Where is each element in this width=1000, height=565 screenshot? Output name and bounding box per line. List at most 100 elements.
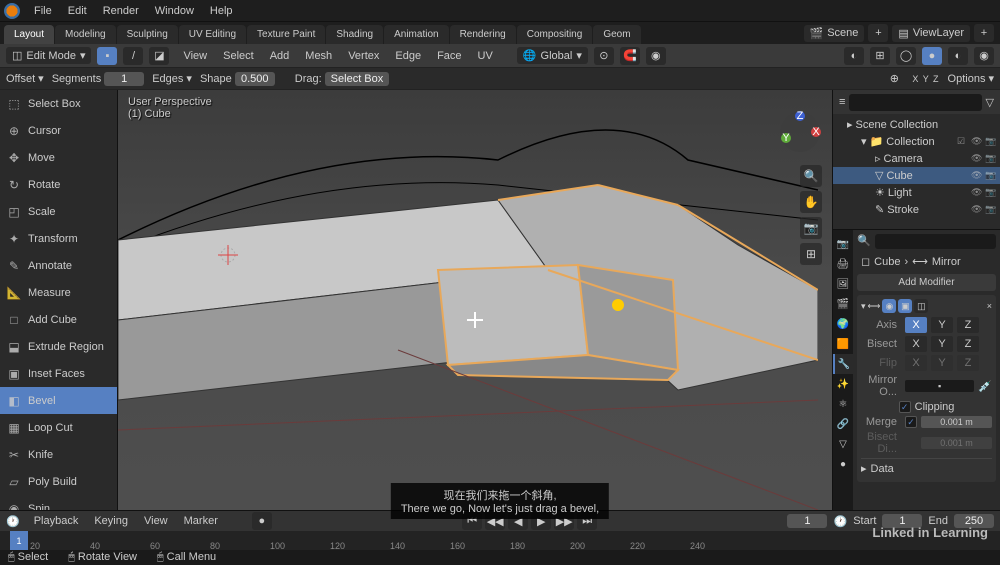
mod-realtime-toggle[interactable]: ◉	[882, 299, 896, 313]
tree-item-camera[interactable]: ▹Camera👁📷	[833, 150, 1000, 167]
axis-lock-xyz[interactable]: X Y Z	[912, 74, 939, 84]
edge-select-mode[interactable]: /	[123, 47, 143, 65]
prop-tab-output[interactable]: 🖨	[833, 254, 853, 274]
viewport-menu-edge[interactable]: Edge	[387, 47, 429, 65]
prop-tab-scene[interactable]: 🎬	[833, 294, 853, 314]
tool-extrude-region[interactable]: ⬓Extrude Region	[0, 333, 117, 360]
render-icon[interactable]: 📷	[985, 187, 996, 198]
mesh-edit-mode-button[interactable]: ◐	[844, 47, 864, 65]
viewport-menu-add[interactable]: Add	[262, 47, 298, 65]
merge-value[interactable]: 0.001 m	[921, 416, 992, 428]
prop-tab-data[interactable]: ▽	[833, 434, 853, 454]
bisect-x-button[interactable]: X	[905, 336, 927, 352]
timeline-menu-view[interactable]: View	[136, 512, 176, 530]
timeline-menu-playback[interactable]: Playback	[26, 512, 87, 530]
render-icon[interactable]: 📷	[985, 153, 996, 164]
axis-y-button[interactable]: Y	[931, 317, 953, 333]
playhead[interactable]: 1	[10, 531, 28, 551]
workspace-layout[interactable]: Layout	[4, 25, 54, 44]
tool-select-box[interactable]: ⬚Select Box	[0, 90, 117, 117]
viewlayer-selector[interactable]: ▤ ViewLayer	[892, 25, 970, 42]
workspace-geom[interactable]: Geom	[593, 25, 640, 44]
axis-x-button[interactable]: X	[905, 317, 927, 333]
new-viewlayer-button[interactable]: +	[974, 24, 994, 42]
segments-value[interactable]: 1	[104, 72, 144, 86]
eye-icon[interactable]: 👁	[971, 187, 982, 198]
tool-inset-faces[interactable]: ▣Inset Faces	[0, 360, 117, 387]
viewport-menu-vertex[interactable]: Vertex	[340, 47, 387, 65]
viewport-menu-face[interactable]: Face	[429, 47, 469, 65]
prop-tab-object[interactable]: 🟧	[833, 334, 853, 354]
tree-item-stroke[interactable]: ✎Stroke👁📷	[833, 201, 1000, 218]
close-icon[interactable]: ×	[987, 301, 992, 311]
render-icon[interactable]: 📷	[985, 204, 996, 215]
menu-help[interactable]: Help	[202, 2, 241, 20]
tool-annotate[interactable]: ✎Annotate	[0, 252, 117, 279]
tool-scale[interactable]: ◰Scale	[0, 198, 117, 225]
eye-icon[interactable]: 👁	[971, 170, 982, 181]
orientation-selector[interactable]: 🌐 Global ▾	[517, 47, 588, 64]
pivot-button[interactable]: ⊙	[594, 47, 614, 65]
clipping-checkbox[interactable]	[899, 401, 911, 413]
eyedropper-icon[interactable]: 💉	[978, 380, 992, 393]
nav-gizmo[interactable]: Z X Y	[778, 110, 822, 154]
tree-item-cube[interactable]: ▽Cube👁📷	[833, 167, 1000, 184]
prop-tab-physics[interactable]: ⚛	[833, 394, 853, 414]
bisect-y-button[interactable]: Y	[931, 336, 953, 352]
timeline-menu-keying[interactable]: Keying	[86, 512, 136, 530]
mirror-obj-field[interactable]: ▪	[905, 380, 974, 392]
viewport-menu-uv[interactable]: UV	[470, 47, 501, 65]
workspace-compositing[interactable]: Compositing	[517, 25, 593, 44]
chevron-right-icon[interactable]: ▸	[861, 462, 867, 475]
tool-measure[interactable]: 📐Measure	[0, 279, 117, 306]
prop-tab-render[interactable]: 📷	[833, 234, 853, 254]
prop-tab-view[interactable]: 🖼	[833, 274, 853, 294]
mode-selector[interactable]: ◫ Edit Mode ▾	[6, 47, 91, 64]
tool-add-cube[interactable]: □Add Cube	[0, 306, 117, 333]
tool-loop-cut[interactable]: ▦Loop Cut	[0, 414, 117, 441]
shading-solid[interactable]: ●	[922, 47, 942, 65]
chevron-down-icon[interactable]: ▾	[38, 72, 44, 85]
workspace-modeling[interactable]: Modeling	[55, 25, 116, 44]
workspace-texture paint[interactable]: Texture Paint	[247, 25, 325, 44]
shading-wireframe[interactable]: ◯	[896, 47, 916, 65]
search-icon[interactable]: 🔍	[857, 234, 871, 249]
scene-selector[interactable]: 🎬 Scene	[804, 25, 865, 42]
workspace-uv editing[interactable]: UV Editing	[179, 25, 246, 44]
prop-tab-particles[interactable]: ✨	[833, 374, 853, 394]
viewport-menu-mesh[interactable]: Mesh	[297, 47, 340, 65]
toggle-xray-button[interactable]: ⊞	[870, 47, 890, 65]
pan-button[interactable]: ✋	[800, 191, 822, 213]
display-mode-icon[interactable]: ≡	[839, 96, 845, 108]
workspace-sculpting[interactable]: Sculpting	[117, 25, 178, 44]
zoom-button[interactable]: 🔍	[800, 165, 822, 187]
menu-window[interactable]: Window	[147, 2, 202, 20]
drag-value[interactable]: Select Box	[325, 72, 390, 86]
modifier-breadcrumb[interactable]: ◻ Cube › ⟷ Mirror	[857, 253, 996, 270]
tree-collection[interactable]: ▾ 📁 Collection ☑👁📷	[833, 133, 1000, 150]
chevron-down-icon[interactable]: ▾	[186, 72, 192, 85]
perspective-toggle[interactable]: ⊞	[800, 243, 822, 265]
mod-cage-toggle[interactable]: ◫	[914, 299, 928, 313]
camera-view-button[interactable]: 📷	[800, 217, 822, 239]
options-dropdown[interactable]: Options▾	[948, 72, 994, 85]
eye-icon[interactable]: 👁	[971, 153, 982, 164]
tool-knife[interactable]: ✂Knife	[0, 441, 117, 468]
proportional-edit-button[interactable]: ◉	[646, 47, 666, 65]
viewport-menu-select[interactable]: Select	[215, 47, 262, 65]
tool-cursor[interactable]: ⊕Cursor	[0, 117, 117, 144]
tool-bevel[interactable]: ◧Bevel	[0, 387, 117, 414]
face-select-mode[interactable]: ◪	[149, 47, 169, 65]
vertex-select-mode[interactable]: ▪	[97, 47, 117, 65]
filter-icon[interactable]: ▽	[986, 96, 994, 109]
prop-tab-modifiers[interactable]: 🔧	[833, 354, 853, 374]
timeline-icon[interactable]: 🕐	[6, 515, 20, 528]
autokey-button[interactable]: ●	[252, 512, 272, 530]
prop-tab-world[interactable]: 🌍	[833, 314, 853, 334]
axis-z-button[interactable]: Z	[957, 317, 979, 333]
timeline-track[interactable]: 1 20406080100120140160180200220240	[0, 531, 1000, 551]
timeline-menu-marker[interactable]: Marker	[176, 512, 226, 530]
data-section-label[interactable]: Data	[871, 463, 894, 475]
outliner-search-input[interactable]	[849, 94, 981, 111]
bisect-z-button[interactable]: Z	[957, 336, 979, 352]
